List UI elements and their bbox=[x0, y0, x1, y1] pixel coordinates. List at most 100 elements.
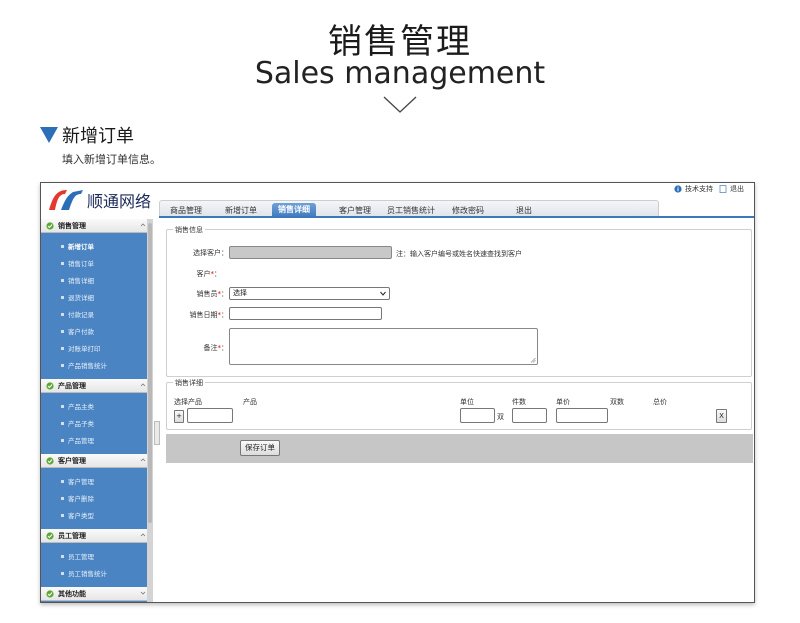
sale-date-input[interactable] bbox=[229, 307, 382, 320]
chevron-down-icon bbox=[383, 96, 417, 113]
bullet-icon bbox=[61, 571, 64, 575]
sidebar-item-return-detail[interactable]: 退货详细 bbox=[61, 292, 94, 302]
bullet-icon bbox=[61, 513, 64, 517]
col-total-price: 总价 bbox=[653, 398, 667, 406]
unit-input[interactable] bbox=[460, 408, 495, 423]
sidebar-item-new-order[interactable]: 新增订单 bbox=[61, 241, 94, 251]
sidebar-item-sales-orders[interactable]: 销售订单 bbox=[61, 258, 94, 268]
sidebar: 销售管理 新增订单 销售订单 销售详细 退货详细 付款记录 客户付款 对账单打印… bbox=[41, 219, 149, 602]
sidebar-item-label: 退货详细 bbox=[68, 294, 94, 302]
sidebar-group-other[interactable]: 其他功能 bbox=[41, 587, 149, 601]
resize-grip-icon[interactable] bbox=[530, 357, 536, 363]
section-header: 新增订单 bbox=[40, 122, 134, 148]
sales-info-legend: 销售信息 bbox=[173, 225, 205, 235]
sidebar-item-label: 客户管理 bbox=[68, 478, 94, 486]
brand-name: 顺通网络 bbox=[87, 192, 152, 211]
pair-unit-label: 双 bbox=[497, 413, 504, 421]
sidebar-item-label: 客户类型 bbox=[68, 512, 94, 520]
chevron-down-icon bbox=[380, 291, 386, 296]
sidebar-group-label: 客户管理 bbox=[58, 456, 86, 465]
section-title: 新增订单 bbox=[62, 126, 134, 147]
hero-subtitle: Sales management bbox=[254, 56, 546, 91]
logout-link[interactable]: 退出 bbox=[719, 184, 744, 194]
check-circle-icon bbox=[46, 531, 54, 540]
col-product: 产品 bbox=[243, 398, 257, 406]
sidebar-item-staff-management[interactable]: 员工管理 bbox=[61, 551, 94, 561]
sidebar-item-product-sales-stats[interactable]: 产品销售统计 bbox=[61, 360, 107, 370]
logo: 顺通网络 bbox=[47, 187, 151, 213]
sidebar-item-label: 新增订单 bbox=[68, 243, 94, 251]
check-circle-icon bbox=[46, 589, 54, 598]
col-select-product: 选择产品 bbox=[174, 398, 202, 406]
sidebar-group-label: 其他功能 bbox=[58, 589, 86, 598]
bullet-icon bbox=[61, 363, 64, 367]
check-circle-icon bbox=[46, 221, 54, 230]
salesperson-select-value: 选择 bbox=[233, 289, 247, 297]
bullet-icon bbox=[61, 278, 64, 282]
remarks-textarea[interactable] bbox=[229, 328, 538, 365]
customer-label: 客户*： bbox=[196, 270, 222, 278]
scrollbar-thumb[interactable] bbox=[148, 223, 152, 523]
salesperson-select[interactable]: 选择 bbox=[229, 287, 390, 300]
sidebar-group-customers[interactable]: 客户管理 bbox=[41, 454, 149, 468]
bullet-icon bbox=[61, 329, 64, 333]
col-unit: 单位 bbox=[460, 398, 474, 406]
sales-detail-legend: 销售详细 bbox=[173, 378, 205, 388]
bullet-icon bbox=[61, 496, 64, 500]
sidebar-item-statement-print[interactable]: 对账单打印 bbox=[61, 343, 101, 353]
bullet-icon bbox=[61, 404, 64, 408]
sidebar-item-label: 产品销售统计 bbox=[68, 362, 107, 370]
pieces-input[interactable] bbox=[512, 408, 547, 423]
sidebar-item-product-sub-category[interactable]: 产品子类 bbox=[61, 418, 94, 428]
sale-date-label: 销售日期*： bbox=[189, 311, 229, 319]
sidebar-group-products[interactable]: 产品管理 bbox=[41, 379, 149, 393]
select-product-input[interactable] bbox=[187, 408, 233, 423]
sidebar-item-label: 产品子类 bbox=[68, 420, 94, 428]
sidebar-item-product-management[interactable]: 产品管理 bbox=[61, 435, 94, 445]
chevron-up-icon bbox=[140, 533, 146, 537]
col-pieces: 件数 bbox=[512, 398, 526, 406]
remove-row-button[interactable]: X bbox=[716, 409, 727, 423]
sidebar-item-label: 客户付款 bbox=[68, 328, 94, 336]
sidebar-item-label: 对账单打印 bbox=[68, 345, 101, 353]
sidebar-group-staff[interactable]: 员工管理 bbox=[41, 529, 149, 543]
bullet-icon bbox=[61, 261, 64, 265]
chevron-up-icon bbox=[140, 223, 146, 227]
logout-label: 退出 bbox=[730, 185, 744, 193]
unit-price-input[interactable] bbox=[556, 408, 608, 423]
sidebar-item-sales-detail[interactable]: 销售详细 bbox=[61, 275, 94, 285]
save-order-button[interactable]: 保存订单 bbox=[240, 440, 280, 456]
sidebar-item-customer-delete[interactable]: 客户删除 bbox=[61, 493, 94, 503]
chevron-up-icon bbox=[140, 383, 146, 387]
bullet-icon bbox=[61, 421, 64, 425]
sidebar-item-product-main-category[interactable]: 产品主类 bbox=[61, 401, 94, 411]
sidebar-item-label: 销售订单 bbox=[68, 260, 94, 268]
sidebar-item-label: 员工管理 bbox=[68, 553, 94, 561]
tech-support-link[interactable]: 技术支持 bbox=[674, 184, 713, 194]
sidebar-item-label: 产品主类 bbox=[68, 403, 94, 411]
sidebar-item-staff-sales-stats[interactable]: 员工销售统计 bbox=[61, 568, 107, 578]
sidebar-scrollbar[interactable] bbox=[147, 219, 153, 602]
add-product-button[interactable]: + bbox=[174, 410, 184, 423]
info-icon bbox=[674, 185, 682, 193]
sidebar-item-payment-records[interactable]: 付款记录 bbox=[61, 309, 94, 319]
chevron-down-icon bbox=[140, 591, 146, 595]
bullet-icon bbox=[61, 295, 64, 299]
bullet-icon bbox=[61, 244, 64, 248]
sidebar-group-label: 员工管理 bbox=[58, 531, 86, 540]
sidebar-item-customer-type[interactable]: 客户类型 bbox=[61, 510, 94, 520]
sidebar-item-customer-payment[interactable]: 客户付款 bbox=[61, 326, 94, 336]
check-circle-icon bbox=[46, 381, 54, 390]
select-customer-input[interactable] bbox=[229, 246, 392, 259]
form-action-bar: 保存订单 bbox=[166, 434, 753, 463]
section-description: 填入新增订单信息。 bbox=[62, 153, 161, 166]
navbar-underline bbox=[159, 216, 754, 218]
sidebar-item-label: 客户删除 bbox=[68, 495, 94, 503]
bullet-icon bbox=[61, 312, 64, 316]
main-navbar: 商品管理 新增订单 销售详细 客户管理 员工销售统计 修改密码 退出 bbox=[159, 200, 659, 218]
sidebar-group-sales[interactable]: 销售管理 bbox=[41, 219, 149, 233]
sidebar-item-customer-management[interactable]: 客户管理 bbox=[61, 476, 94, 486]
select-customer-note: 注：输入客户编号或姓名快速查找到客户 bbox=[396, 250, 522, 258]
page: 销售管理 Sales management 新增订单 填入新增订单信息。 顺通网… bbox=[0, 0, 800, 623]
bullet-icon bbox=[61, 346, 64, 350]
